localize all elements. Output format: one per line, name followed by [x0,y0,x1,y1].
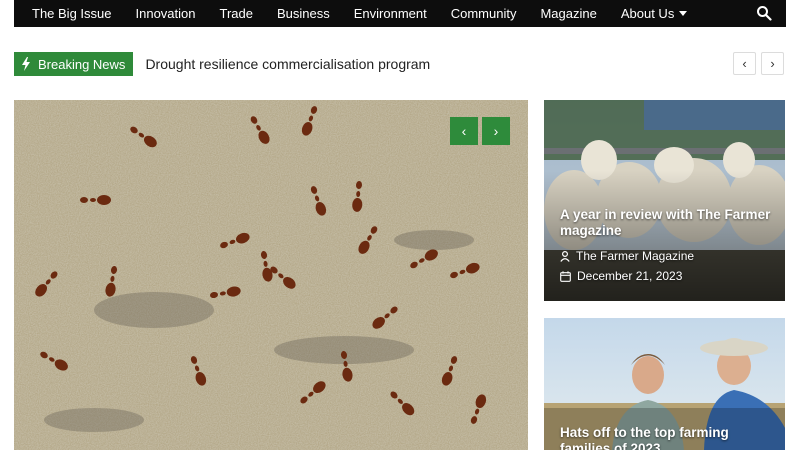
hero-slider[interactable]: ‹ › [14,100,528,450]
nav-item-magazine[interactable]: Magazine [540,6,596,21]
nav-item-trade[interactable]: Trade [220,6,253,21]
breaking-news-label: Breaking News [38,56,126,72]
article-card-year-in-review[interactable]: A year in review with The Farmer magazin… [544,100,785,301]
card-author[interactable]: The Farmer Magazine [560,249,775,263]
nav-item-innovation[interactable]: Innovation [136,6,196,21]
card-title[interactable]: Hats off to the top farming families of … [560,425,775,450]
caret-down-icon [679,11,688,16]
hero-image-ants [14,100,528,450]
nav-item-environment[interactable]: Environment [354,6,427,21]
card-date-text: December 21, 2023 [577,269,683,283]
nav-item-about-us-label: About Us [620,6,675,21]
card-date: December 21, 2023 [560,269,775,283]
user-icon [560,250,570,262]
search-icon[interactable] [756,5,772,21]
main-navigation: The Big Issue Innovation Trade Business … [14,0,786,27]
article-card-farming-families[interactable]: Hats off to the top farming families of … [544,318,785,450]
card-author-name: The Farmer Magazine [576,249,695,263]
calendar-icon [560,270,571,282]
hero-prev-button[interactable]: ‹ [450,117,478,145]
hero-next-button[interactable]: › [482,117,510,145]
nav-item-business[interactable]: Business [277,6,330,21]
ticker-prev-button[interactable]: ‹ [733,52,756,75]
lightning-bolt-icon [22,57,30,71]
breaking-news-badge: Breaking News [14,52,134,76]
ticker-headline-link[interactable]: Drought resilience commercialisation pro… [145,56,430,72]
nav-item-about-us[interactable]: About Us [620,6,688,21]
breaking-news-ticker: Breaking News Drought resilience commerc… [14,52,786,76]
nav-item-community[interactable]: Community [451,6,517,21]
nav-item-the-big-issue[interactable]: The Big Issue [32,6,112,21]
card-title[interactable]: A year in review with The Farmer magazin… [560,207,775,239]
ticker-next-button[interactable]: › [761,52,784,75]
